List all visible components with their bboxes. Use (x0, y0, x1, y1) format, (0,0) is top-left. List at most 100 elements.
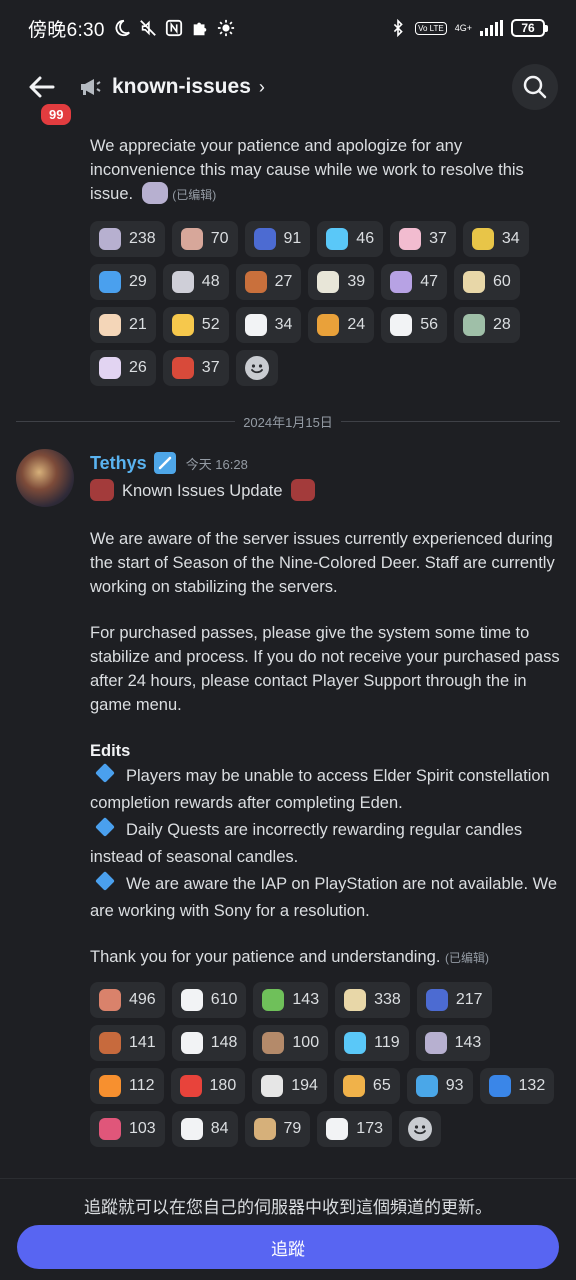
reaction-count: 100 (292, 1034, 320, 1051)
reaction-button[interactable]: 52 (162, 307, 229, 343)
reaction-button[interactable]: 79 (244, 1111, 311, 1147)
reaction-count: 148 (210, 1034, 238, 1051)
reaction-button[interactable]: 46 (317, 221, 384, 257)
reaction-button[interactable]: 24 (308, 307, 375, 343)
reaction-button[interactable]: 39 (308, 264, 375, 300)
reaction-button[interactable]: 37 (390, 221, 456, 257)
date-divider: 2024年1月15日 (16, 412, 560, 431)
reaction-button[interactable]: 143 (253, 982, 329, 1018)
reaction-button[interactable]: 60 (453, 264, 520, 300)
reaction-button[interactable]: 496 (90, 982, 165, 1018)
reaction-button[interactable]: 28 (453, 307, 520, 343)
reaction-button[interactable]: 34 (235, 307, 302, 343)
reaction-button[interactable]: 119 (335, 1025, 409, 1061)
reaction-button[interactable]: 48 (162, 264, 229, 300)
reaction-button[interactable]: 148 (171, 1025, 247, 1061)
edits-list: Players may be unable to access Elder Sp… (0, 763, 576, 925)
reaction-count: 93 (445, 1077, 464, 1094)
arrow-left-icon (29, 76, 55, 98)
reaction-button[interactable]: 141 (90, 1025, 165, 1061)
reaction-count: 29 (129, 273, 147, 290)
girl-face-icon (180, 228, 203, 250)
reaction-button[interactable]: 65 (333, 1068, 400, 1104)
reaction-count: 60 (492, 273, 511, 290)
reaction-button[interactable]: 29 (90, 264, 156, 300)
add-reaction-button[interactable] (399, 1111, 441, 1147)
mute-icon (139, 20, 156, 36)
reaction-button[interactable]: 143 (415, 1025, 491, 1061)
reaction-count: 24 (347, 316, 366, 333)
announcement-icon (81, 79, 101, 95)
reaction-count: 27 (274, 273, 293, 290)
channel-title[interactable]: known-issues (112, 75, 251, 99)
reaction-button[interactable]: 26 (90, 350, 156, 386)
reaction-button[interactable]: 217 (416, 982, 492, 1018)
follow-note: 追蹤就可以在您自己的伺服器中收到這個頻道的更新。 (84, 1198, 492, 1217)
author-name[interactable]: Tethys (90, 453, 147, 474)
chevron-right-icon[interactable]: › (259, 77, 265, 98)
egg-icon (99, 314, 121, 336)
candle-gift-icon (99, 989, 121, 1011)
reaction-button[interactable]: 34 (462, 221, 529, 257)
reaction-count: 180 (209, 1077, 237, 1094)
avatar[interactable] (16, 449, 74, 507)
blue-diamond-icon (95, 763, 115, 783)
reaction-button[interactable]: 56 (381, 307, 447, 343)
crying-bird-icon (462, 271, 485, 293)
thank-you-icon (253, 228, 276, 250)
reaction-count: 37 (429, 230, 447, 247)
reaction-button[interactable]: 112 (90, 1068, 164, 1104)
dancer-icon (342, 1075, 365, 1097)
reaction-button[interactable]: 27 (235, 264, 302, 300)
edited-label: (已编辑) (172, 188, 217, 202)
reaction-count: 34 (274, 316, 293, 333)
reaction-button[interactable]: 37 (162, 350, 229, 386)
reaction-count: 238 (129, 230, 156, 247)
reaction-button[interactable]: 93 (406, 1068, 473, 1104)
reaction-button[interactable]: 173 (317, 1111, 392, 1147)
reaction-count: 338 (374, 991, 401, 1008)
follow-button[interactable]: 追蹤 (17, 1225, 559, 1269)
banana-icon (471, 228, 494, 250)
reaction-button[interactable]: 91 (244, 221, 311, 257)
reaction-count: 65 (372, 1077, 391, 1094)
smile-icon (408, 1117, 432, 1141)
edit-item: We are aware the IAP on PlayStation are … (90, 871, 560, 925)
search-button[interactable] (512, 64, 558, 110)
fire-fight-icon (171, 357, 194, 379)
anger-icon (179, 1075, 202, 1097)
reaction-button[interactable]: 238 (90, 221, 165, 257)
reaction-count: 70 (210, 230, 229, 247)
crab-face-icon (462, 314, 485, 336)
reaction-count: 173 (356, 1120, 383, 1137)
reaction-button[interactable]: 132 (479, 1068, 555, 1104)
leaf-pot-icon (262, 989, 285, 1011)
reaction-count: 84 (210, 1120, 229, 1137)
reaction-button[interactable]: 70 (171, 221, 238, 257)
monkey-icon (244, 271, 267, 293)
reaction-count: 47 (420, 273, 438, 290)
message[interactable]: Tethys 今天 16:28 Known Issues Update We a… (0, 449, 576, 1147)
reaction-button[interactable]: 100 (253, 1025, 329, 1061)
skull-icon (261, 1075, 284, 1097)
hug-icon (141, 182, 168, 204)
reaction-button[interactable]: 47 (381, 264, 447, 300)
reaction-button[interactable]: 84 (171, 1111, 238, 1147)
bluetooth-icon (393, 19, 403, 37)
reaction-count: 91 (283, 230, 302, 247)
message-list[interactable]: We appreciate your patience and apologiz… (0, 120, 576, 1147)
add-reaction-button[interactable] (235, 350, 278, 386)
reaction-count: 194 (291, 1077, 318, 1094)
reaction-button[interactable]: 103 (90, 1111, 165, 1147)
reaction-button[interactable]: 338 (335, 982, 410, 1018)
reaction-count: 610 (210, 991, 238, 1008)
reaction-count: 141 (129, 1034, 156, 1051)
reaction-count: 119 (374, 1034, 400, 1051)
back-button[interactable]: 99 (22, 67, 75, 128)
reaction-button[interactable]: 180 (170, 1068, 246, 1104)
reaction-button[interactable]: 194 (252, 1068, 327, 1104)
reaction-count: 52 (201, 316, 220, 333)
figure-icon (180, 1032, 203, 1054)
reaction-button[interactable]: 21 (90, 307, 156, 343)
reaction-button[interactable]: 610 (171, 982, 247, 1018)
